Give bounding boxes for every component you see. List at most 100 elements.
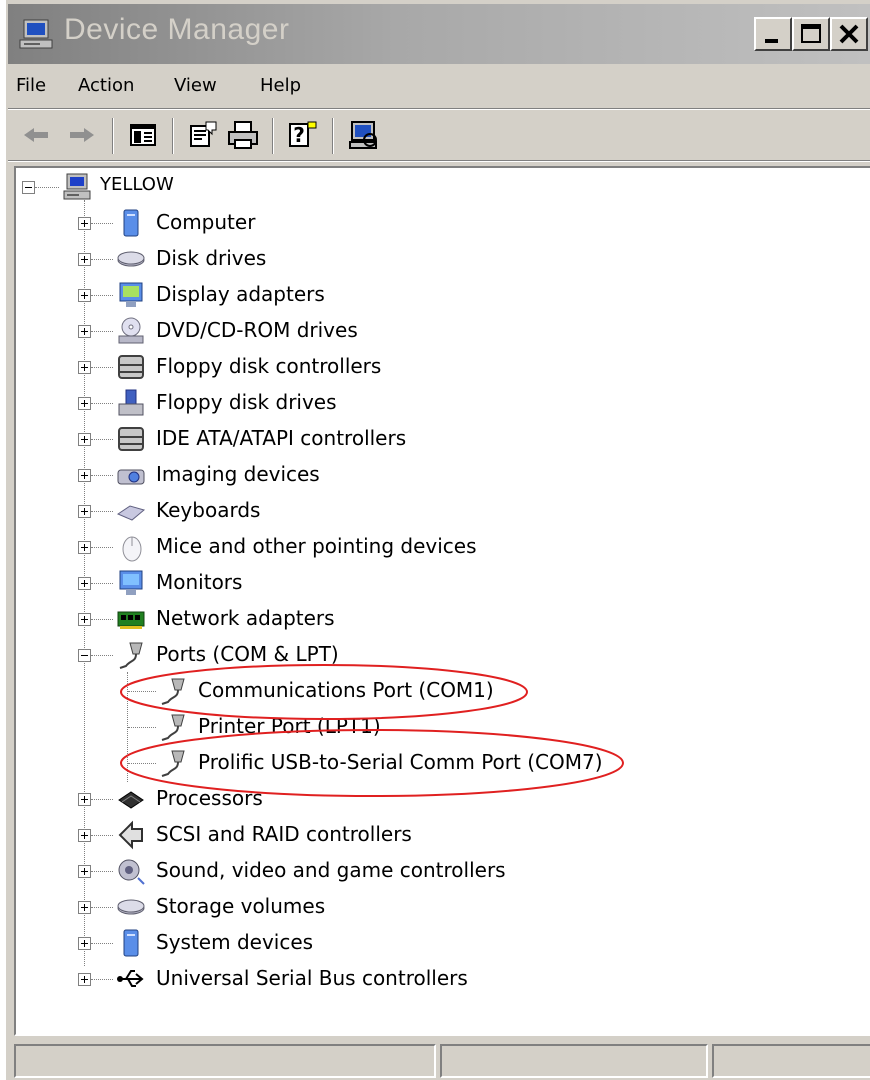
tree-connector	[91, 439, 113, 440]
tree-item[interactable]: Imaging devices	[16, 458, 716, 492]
tree-item[interactable]: System devices	[16, 926, 716, 960]
usb-icon	[117, 970, 144, 987]
tree-item[interactable]: Storage volumes	[16, 890, 716, 924]
tree-item-ports[interactable]: Ports (COM & LPT)	[16, 638, 716, 672]
controller-icon	[118, 427, 144, 451]
expand-icon[interactable]	[78, 469, 91, 482]
tree-child-lpt1[interactable]: Printer Port (LPT1)	[16, 710, 716, 744]
tree-connector	[91, 223, 113, 224]
tree-item[interactable]: IDE ATA/ATAPI controllers	[16, 422, 716, 456]
expand-icon[interactable]	[78, 865, 91, 878]
expand-icon[interactable]	[78, 217, 91, 230]
expand-icon[interactable]	[78, 577, 91, 590]
toolbar-separator-line	[8, 160, 870, 162]
tree-child-label: Printer Port (LPT1)	[198, 714, 381, 738]
tree-item-label: Ports (COM & LPT)	[156, 642, 339, 666]
tree-connector	[91, 475, 113, 476]
tree-item-label: Computer	[156, 210, 256, 234]
scan-hardware-icon[interactable]	[346, 118, 380, 152]
forward-arrow-icon[interactable]	[64, 118, 98, 152]
computer-icon	[123, 209, 139, 237]
minimize-button[interactable]	[754, 17, 792, 51]
expand-icon[interactable]	[78, 793, 91, 806]
menu-action[interactable]: Action	[78, 75, 134, 96]
tree-item-label: Network adapters	[156, 606, 335, 630]
maximize-button[interactable]	[792, 17, 830, 51]
tree-item-label: Imaging devices	[156, 462, 320, 486]
expand-icon[interactable]	[78, 973, 91, 986]
menu-view[interactable]: View	[174, 75, 217, 96]
port-connector-icon	[119, 642, 143, 669]
tree-child-com7[interactable]: Prolific USB-to-Serial Comm Port (COM7)	[16, 746, 716, 780]
tree-connector	[91, 547, 113, 548]
svg-text:?: ?	[293, 123, 305, 147]
expand-icon[interactable]	[78, 325, 91, 338]
tree-connector	[91, 979, 113, 980]
tree-item[interactable]: Network adapters	[16, 602, 716, 636]
expand-icon[interactable]	[78, 505, 91, 518]
minimize-icon	[765, 39, 778, 43]
tree-item[interactable]: SCSI and RAID controllers	[16, 818, 716, 852]
port-connector-icon	[161, 714, 185, 741]
help-icon[interactable]: ?	[286, 118, 320, 152]
expand-icon[interactable]	[78, 901, 91, 914]
maximize-icon	[801, 24, 821, 43]
tree-connector	[91, 619, 113, 620]
tree-child-com1[interactable]: Communications Port (COM1)	[16, 674, 716, 708]
expand-icon[interactable]	[78, 253, 91, 266]
title-bar[interactable]: Device Manager	[8, 4, 870, 64]
tree-item-label: Universal Serial Bus controllers	[156, 966, 468, 990]
expand-icon[interactable]	[78, 541, 91, 554]
tree-item-label: IDE ATA/ATAPI controllers	[156, 426, 407, 450]
toolbar-separator	[272, 118, 274, 154]
keyboard-icon	[116, 505, 146, 521]
show-hide-console-tree-icon[interactable]	[126, 118, 160, 152]
tree-item[interactable]: Floppy disk drives	[16, 386, 716, 420]
expand-icon[interactable]	[78, 397, 91, 410]
tree-item-label: Processors	[156, 786, 263, 810]
tree-item[interactable]: Sound, video and game controllers	[16, 854, 716, 888]
tree-item[interactable]: Disk drives	[16, 242, 716, 276]
tree-item-label: System devices	[156, 930, 314, 954]
tree-item[interactable]: Floppy disk controllers	[16, 350, 716, 384]
tree-item[interactable]: Keyboards	[16, 494, 716, 528]
tree-connector	[91, 835, 113, 836]
close-button[interactable]	[830, 17, 868, 51]
tree-item[interactable]: Mice and other pointing devices	[16, 530, 716, 564]
port-connector-icon	[161, 678, 185, 705]
tree-item[interactable]: Universal Serial Bus controllers	[16, 962, 716, 996]
expand-icon[interactable]	[78, 433, 91, 446]
tree-child-label: Communications Port (COM1)	[198, 678, 494, 702]
tree-item[interactable]: Processors	[16, 782, 716, 816]
menu-help[interactable]: Help	[260, 75, 301, 96]
expand-icon[interactable]	[78, 289, 91, 302]
tree-item-label: Mice and other pointing devices	[156, 534, 477, 558]
device-tree[interactable]: YELLOW Computer Disk drives Display adap…	[14, 166, 870, 1036]
print-icon[interactable]	[226, 118, 260, 152]
status-pane-3	[712, 1044, 870, 1078]
camera-icon	[117, 469, 145, 485]
tree-item[interactable]: Monitors	[16, 566, 716, 600]
expand-icon[interactable]	[78, 613, 91, 626]
back-arrow-icon[interactable]	[20, 118, 54, 152]
expand-icon[interactable]	[78, 829, 91, 842]
tree-root[interactable]: YELLOW	[16, 170, 416, 204]
toolbar-separator	[332, 118, 334, 154]
collapse-icon[interactable]	[78, 649, 91, 662]
menu-file[interactable]: File	[16, 75, 46, 96]
tree-item[interactable]: DVD/CD-ROM drives	[16, 314, 716, 348]
scsi-icon	[118, 820, 143, 850]
tree-item[interactable]: Computer	[16, 206, 716, 240]
mouse-icon	[122, 536, 142, 562]
expand-icon[interactable]	[78, 361, 91, 374]
tree-connector	[91, 259, 113, 260]
tree-item[interactable]: Display adapters	[16, 278, 716, 312]
storage-volume-icon	[117, 899, 145, 915]
expand-icon[interactable]	[78, 937, 91, 950]
tree-item-label: Disk drives	[156, 246, 267, 270]
tree-item-label: Keyboards	[156, 498, 261, 522]
properties-icon[interactable]	[186, 118, 220, 152]
collapse-icon[interactable]	[22, 181, 35, 194]
tree-connector	[91, 403, 113, 404]
tree-item-label: DVD/CD-ROM drives	[156, 318, 358, 342]
